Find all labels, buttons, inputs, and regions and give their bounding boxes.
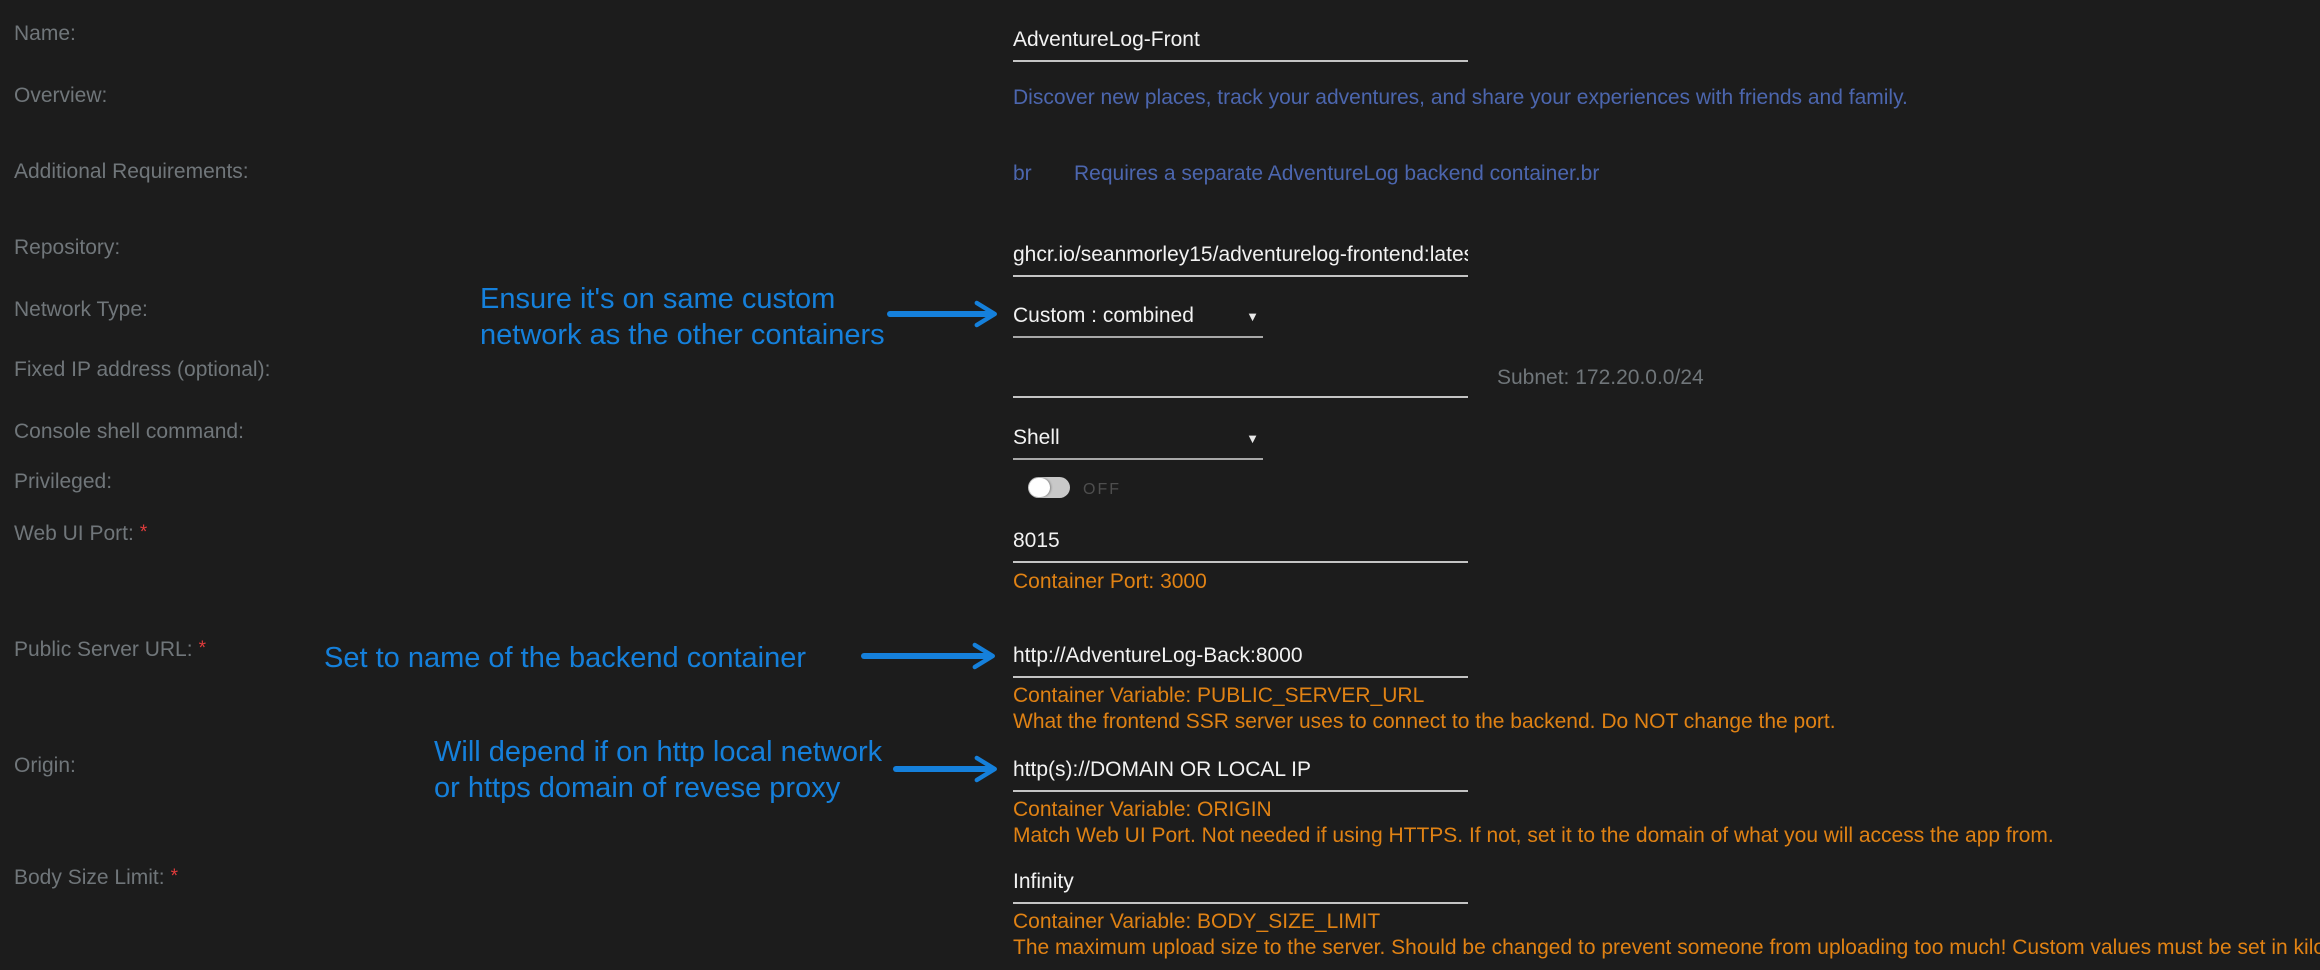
origin-help-2: Match Web UI Port. Not needed if using H… xyxy=(1013,824,2054,848)
body-size-limit-help-1: Container Variable: BODY_SIZE_LIMIT xyxy=(1013,910,1380,934)
required-asterisk: * xyxy=(199,638,206,659)
origin-input[interactable]: http(s)://DOMAIN OR LOCAL IP xyxy=(1013,758,1468,792)
name-input[interactable]: AdventureLog-Front xyxy=(1013,28,1468,62)
public-server-url-value: http://AdventureLog-Back:8000 xyxy=(1013,644,1303,667)
overview-label: Overview: xyxy=(14,84,107,108)
container-config-page: Name: AdventureLog-Front Overview: Disco… xyxy=(0,0,2320,970)
body-size-limit-input[interactable]: Infinity xyxy=(1013,870,1468,904)
public-server-url-label: Public Server URL:* xyxy=(14,638,206,662)
annotation-network: Ensure it's on same custom network as th… xyxy=(480,281,885,353)
fixed-ip-input[interactable] xyxy=(1013,364,1468,398)
network-type-select[interactable]: Custom : combined ▼ xyxy=(1013,304,1263,338)
fixed-ip-label: Fixed IP address (optional): xyxy=(14,358,270,382)
annotation-origin: Will depend if on http local network or … xyxy=(434,734,882,806)
origin-help-1: Container Variable: ORIGIN xyxy=(1013,798,1272,822)
toggle-knob xyxy=(1029,478,1050,497)
subnet-note: Subnet: 172.20.0.0/24 xyxy=(1497,366,1704,390)
public-server-url-help-2: What the frontend SSR server uses to con… xyxy=(1013,710,1836,734)
required-asterisk: * xyxy=(140,522,147,543)
web-ui-port-input[interactable]: 8015 xyxy=(1013,529,1468,563)
console-shell-select[interactable]: Shell ▼ xyxy=(1013,426,1263,460)
public-server-url-input[interactable]: http://AdventureLog-Back:8000 xyxy=(1013,644,1468,678)
annotation-public-server-url: Set to name of the backend container xyxy=(324,640,806,676)
additional-requirements-prefix: br xyxy=(1013,162,1032,186)
name-label: Name: xyxy=(14,22,76,46)
privileged-label: Privileged: xyxy=(14,470,112,494)
dropdown-arrow-icon: ▼ xyxy=(1246,431,1259,446)
repository-value: ghcr.io/seanmorley15/adventurelog-fronte… xyxy=(1013,243,1468,266)
network-type-value: Custom : combined xyxy=(1013,304,1194,327)
body-size-limit-label: Body Size Limit:* xyxy=(14,866,178,890)
web-ui-port-help: Container Port: 3000 xyxy=(1013,570,1207,594)
origin-label: Origin: xyxy=(14,754,76,778)
public-server-url-help-1: Container Variable: PUBLIC_SERVER_URL xyxy=(1013,684,1424,708)
additional-requirements-label: Additional Requirements: xyxy=(14,160,249,184)
console-shell-label: Console shell command: xyxy=(14,420,244,444)
web-ui-port-value: 8015 xyxy=(1013,529,1060,552)
annotation-arrow-network xyxy=(886,296,1004,332)
web-ui-port-label: Web UI Port:* xyxy=(14,522,147,546)
privileged-toggle[interactable] xyxy=(1028,477,1070,498)
dropdown-arrow-icon: ▼ xyxy=(1246,309,1259,324)
network-type-label: Network Type: xyxy=(14,298,148,322)
body-size-limit-value: Infinity xyxy=(1013,870,1074,893)
privileged-state: OFF xyxy=(1083,481,1121,499)
additional-requirements-text: Requires a separate AdventureLog backend… xyxy=(1074,162,1599,186)
console-shell-value: Shell xyxy=(1013,426,1060,449)
body-size-limit-help-2: The maximum upload size to the server. S… xyxy=(1013,936,2320,960)
required-asterisk: * xyxy=(171,866,178,887)
repository-input[interactable]: ghcr.io/seanmorley15/adventurelog-fronte… xyxy=(1013,243,1468,277)
origin-value: http(s)://DOMAIN OR LOCAL IP xyxy=(1013,758,1311,781)
overview-text: Discover new places, track your adventur… xyxy=(1013,86,1908,110)
annotation-arrow-origin xyxy=(892,751,1004,787)
annotation-arrow-public-server-url xyxy=(860,638,1002,674)
name-value: AdventureLog-Front xyxy=(1013,28,1200,51)
repository-label: Repository: xyxy=(14,236,120,260)
